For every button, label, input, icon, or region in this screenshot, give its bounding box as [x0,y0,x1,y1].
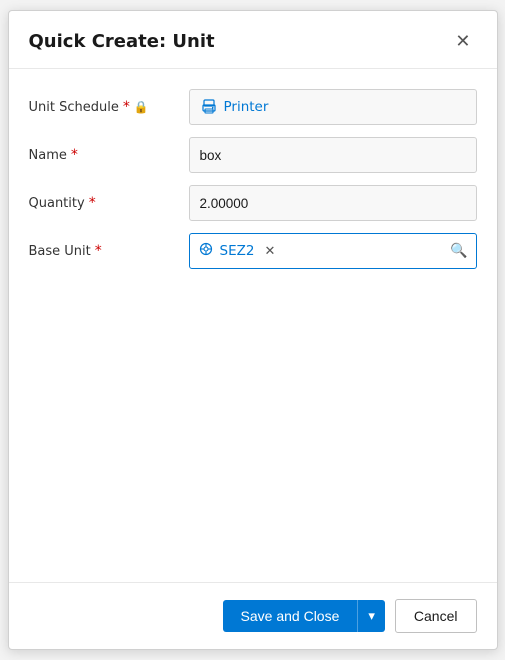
dialog-header: Quick Create: Unit ✕ [9,11,497,69]
name-field[interactable] [189,137,477,173]
unit-schedule-link[interactable]: Printer [200,98,269,116]
required-star-quantity: * [89,195,96,211]
unit-schedule-field[interactable]: Printer [189,89,477,125]
quantity-row: Quantity * [29,185,477,221]
save-chevron-button[interactable]: ▾ [357,600,385,632]
lookup-search-button[interactable]: 🔍 [450,243,467,259]
printer-icon [200,98,218,116]
chevron-down-icon: ▾ [368,608,375,624]
name-label: Name * [29,147,189,163]
save-button-group: Save and Close ▾ [223,600,385,632]
lookup-unit-icon [198,241,214,261]
required-star-base-unit: * [95,243,102,259]
save-and-close-button[interactable]: Save and Close [223,600,358,632]
quantity-field[interactable] [189,185,477,221]
close-icon: ✕ [455,31,470,52]
base-unit-row: Base Unit * SEZ2 [29,233,477,269]
unit-schedule-label: Unit Schedule * 🔒 [29,99,189,115]
required-star-name: * [71,147,78,163]
quantity-label: Quantity * [29,195,189,211]
base-unit-value: SEZ2 [220,243,255,259]
quick-create-dialog: Quick Create: Unit ✕ Unit Schedule * 🔒 [8,10,498,650]
lookup-clear-button[interactable]: ✕ [264,244,275,259]
dialog-body: Unit Schedule * 🔒 Printer [9,69,497,582]
name-row: Name * [29,137,477,173]
lock-icon: 🔒 [134,100,149,114]
unit-schedule-row: Unit Schedule * 🔒 Printer [29,89,477,125]
cancel-button[interactable]: Cancel [395,599,477,633]
close-button[interactable]: ✕ [449,29,476,54]
name-input[interactable] [200,148,466,163]
quantity-input[interactable] [200,196,466,211]
dialog-title: Quick Create: Unit [29,31,215,52]
required-star: * [123,99,130,115]
base-unit-field[interactable]: SEZ2 ✕ 🔍 [189,233,477,269]
dialog-footer: Save and Close ▾ Cancel [9,582,497,649]
lookup-inner: SEZ2 ✕ [198,241,445,261]
base-unit-label: Base Unit * [29,243,189,259]
